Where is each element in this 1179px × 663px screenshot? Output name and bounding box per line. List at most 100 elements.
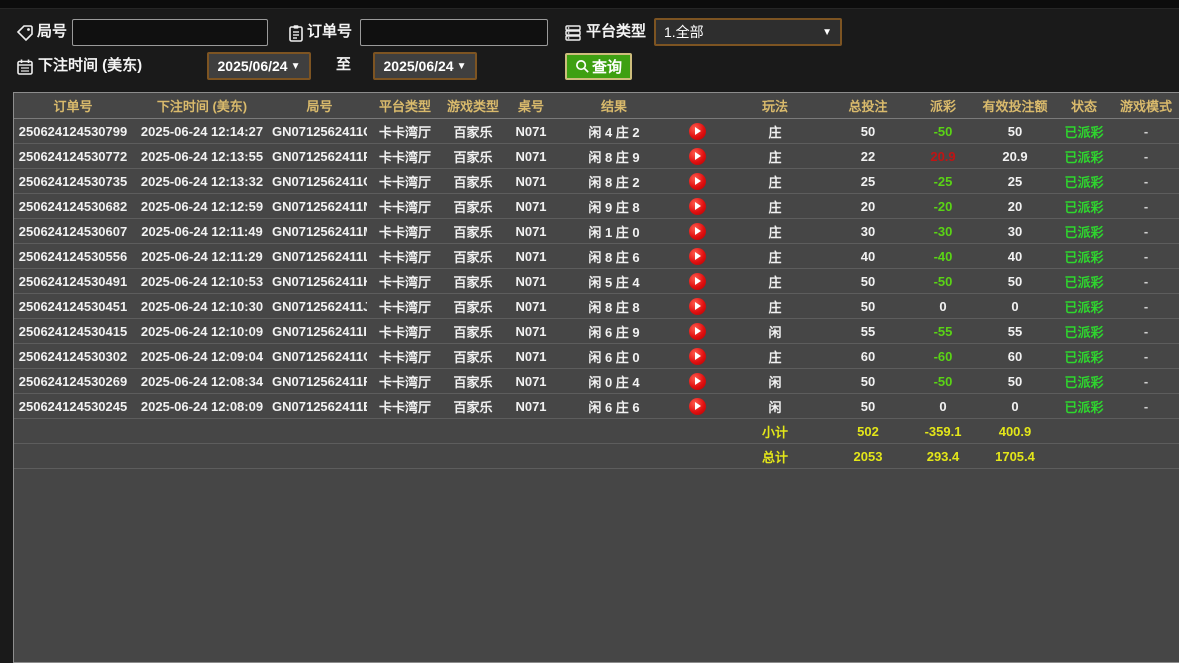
table-row[interactable]: 250624124530415 2025-06-24 12:10:09 GN07… <box>14 319 1179 344</box>
cell-platform-type: 卡卡湾厅 <box>367 119 443 144</box>
cell-play-type: 庄 <box>725 144 825 169</box>
table-header-row: 订单号 下注时间 (美东) 局号 平台类型 游戏类型 桌号 结果 玩法 总投注 … <box>14 93 1179 119</box>
round-number-input[interactable] <box>72 19 268 46</box>
play-video-button[interactable] <box>689 373 706 390</box>
date-from-picker[interactable]: 2025/06/24 ▼ <box>207 52 311 80</box>
cell-status: 已派彩 <box>1055 344 1113 369</box>
cell-platform-type: 卡卡湾厅 <box>367 169 443 194</box>
play-video-button[interactable] <box>689 198 706 215</box>
cell-game-mode: - <box>1113 119 1179 144</box>
chevron-down-icon: ▼ <box>291 61 301 72</box>
cell-status: 已派彩 <box>1055 269 1113 294</box>
cell-table-number: N071 <box>503 319 559 344</box>
query-button[interactable]: 查询 <box>565 53 632 80</box>
chevron-down-icon: ▼ <box>822 27 832 38</box>
table-row[interactable]: 250624124530607 2025-06-24 12:11:49 GN07… <box>14 219 1179 244</box>
date-to-picker[interactable]: 2025/06/24 ▼ <box>373 52 477 80</box>
table-row[interactable]: 250624124530799 2025-06-24 12:14:27 GN07… <box>14 119 1179 144</box>
play-video-button[interactable] <box>689 398 706 415</box>
play-video-button[interactable] <box>689 323 706 340</box>
cell-round-number: GN0712562411E <box>272 394 367 419</box>
cell-status: 已派彩 <box>1055 219 1113 244</box>
total-payout: 293.4 <box>911 444 975 469</box>
play-icon <box>695 377 701 385</box>
cell-order-number: 250624124530772 <box>14 144 132 169</box>
play-video-button[interactable] <box>689 173 706 190</box>
play-icon <box>695 127 701 135</box>
cell-round-number: GN0712562411M <box>272 219 367 244</box>
cell-result: 闲 6 庄 0 <box>559 344 669 369</box>
date-range-to-label: 至 <box>336 56 351 74</box>
play-video-button[interactable] <box>689 123 706 140</box>
cell-valid-bet: 20 <box>975 194 1055 219</box>
play-video-button[interactable] <box>689 273 706 290</box>
cell-payout: -60 <box>911 344 975 369</box>
cell-game-mode: - <box>1113 144 1179 169</box>
cell-bet-time: 2025-06-24 12:11:49 <box>132 219 272 244</box>
cell-round-number: GN0712562411L <box>272 244 367 269</box>
cell-status: 已派彩 <box>1055 169 1113 194</box>
cell-total-bet: 50 <box>825 369 911 394</box>
cell-bet-time: 2025-06-24 12:10:09 <box>132 319 272 344</box>
order-number-input[interactable] <box>360 19 548 46</box>
cell-order-number: 250624124530415 <box>14 319 132 344</box>
cell-valid-bet: 50 <box>975 269 1055 294</box>
table-row[interactable]: 250624124530682 2025-06-24 12:12:59 GN07… <box>14 194 1179 219</box>
cell-status: 已派彩 <box>1055 144 1113 169</box>
clipboard-icon <box>287 24 305 42</box>
cell-play-type: 庄 <box>725 269 825 294</box>
play-icon <box>695 227 701 235</box>
platform-type-select[interactable]: 1.全部 ▼ <box>654 18 842 46</box>
cell-payout: -55 <box>911 319 975 344</box>
table-row[interactable]: 250624124530302 2025-06-24 12:09:04 GN07… <box>14 344 1179 369</box>
cell-bet-time: 2025-06-24 12:12:59 <box>132 194 272 219</box>
cell-payout: 20.9 <box>911 144 975 169</box>
cell-bet-time: 2025-06-24 12:13:32 <box>132 169 272 194</box>
header-result: 结果 <box>559 93 669 119</box>
play-video-button[interactable] <box>689 298 706 315</box>
cell-platform-type: 卡卡湾厅 <box>367 219 443 244</box>
play-icon <box>695 327 701 335</box>
cell-result: 闲 5 庄 4 <box>559 269 669 294</box>
cell-payout: -30 <box>911 219 975 244</box>
cell-payout: 0 <box>911 394 975 419</box>
cell-valid-bet: 40 <box>975 244 1055 269</box>
bet-records-table: 订单号 下注时间 (美东) 局号 平台类型 游戏类型 桌号 结果 玩法 总投注 … <box>14 93 1179 469</box>
play-icon <box>695 252 701 260</box>
play-video-button[interactable] <box>689 248 706 265</box>
table-row[interactable]: 250624124530772 2025-06-24 12:13:55 GN07… <box>14 144 1179 169</box>
toolbar: 局号 订单号 平台类型 1.全部 ▼ 下注时间 (美东) 2025/06/24 … <box>0 8 1179 92</box>
cell-status: 已派彩 <box>1055 369 1113 394</box>
order-number-label: 订单号 <box>307 23 352 41</box>
cell-table-number: N071 <box>503 144 559 169</box>
cell-valid-bet: 30 <box>975 219 1055 244</box>
cell-platform-type: 卡卡湾厅 <box>367 394 443 419</box>
cell-valid-bet: 20.9 <box>975 144 1055 169</box>
cell-valid-bet: 0 <box>975 294 1055 319</box>
cell-result: 闲 8 庄 8 <box>559 294 669 319</box>
cell-game-mode: - <box>1113 244 1179 269</box>
cell-total-bet: 22 <box>825 144 911 169</box>
cell-order-number: 250624124530245 <box>14 394 132 419</box>
cell-game-type: 百家乐 <box>443 119 503 144</box>
play-video-button[interactable] <box>689 223 706 240</box>
cell-round-number: GN0712562411P <box>272 144 367 169</box>
table-row[interactable]: 250624124530269 2025-06-24 12:08:34 GN07… <box>14 369 1179 394</box>
cell-play-type: 庄 <box>725 344 825 369</box>
play-video-button[interactable] <box>689 348 706 365</box>
table-row[interactable]: 250624124530245 2025-06-24 12:08:09 GN07… <box>14 394 1179 419</box>
table-row[interactable]: 250624124530735 2025-06-24 12:13:32 GN07… <box>14 169 1179 194</box>
table-row[interactable]: 250624124530451 2025-06-24 12:10:30 GN07… <box>14 294 1179 319</box>
cell-payout: -40 <box>911 244 975 269</box>
cell-game-type: 百家乐 <box>443 319 503 344</box>
cell-game-mode: - <box>1113 219 1179 244</box>
cell-replay <box>669 319 725 344</box>
cell-order-number: 250624124530735 <box>14 169 132 194</box>
cell-bet-time: 2025-06-24 12:10:30 <box>132 294 272 319</box>
header-game-type: 游戏类型 <box>443 93 503 119</box>
play-video-button[interactable] <box>689 148 706 165</box>
cell-bet-time: 2025-06-24 12:08:34 <box>132 369 272 394</box>
table-row[interactable]: 250624124530556 2025-06-24 12:11:29 GN07… <box>14 244 1179 269</box>
cell-table-number: N071 <box>503 269 559 294</box>
table-row[interactable]: 250624124530491 2025-06-24 12:10:53 GN07… <box>14 269 1179 294</box>
